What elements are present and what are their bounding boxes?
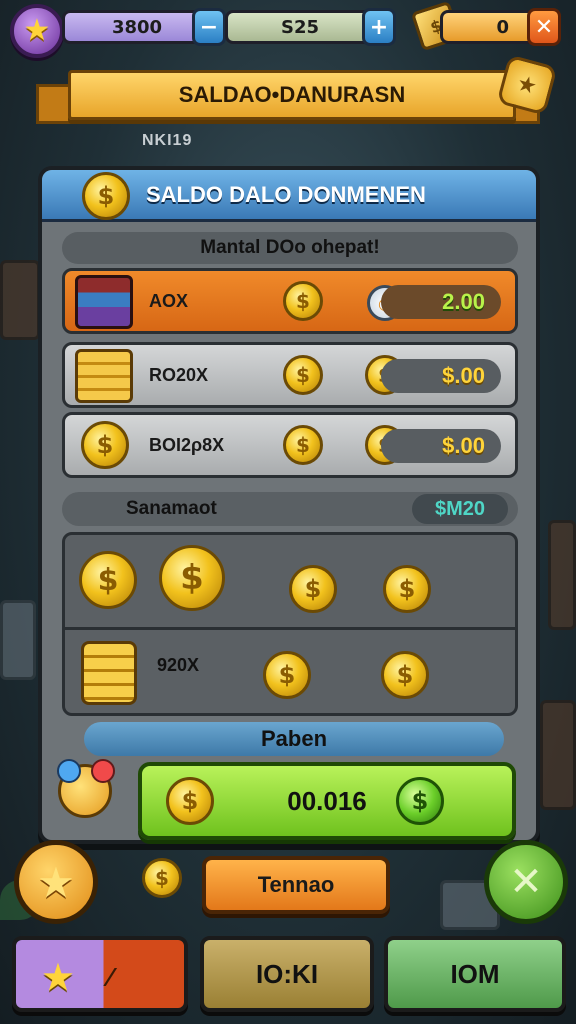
close-icon: ✕ bbox=[534, 14, 554, 40]
favorite-star-button[interactable]: ★ bbox=[14, 840, 98, 924]
coin-icon: $ bbox=[82, 172, 130, 220]
confirm-button[interactable]: Tennao bbox=[202, 856, 390, 914]
offer-value: $.00 bbox=[381, 359, 501, 393]
stack-label: 920X bbox=[157, 655, 200, 675]
subtitle-text: Mantal DOo ohepat! bbox=[200, 237, 380, 258]
purchase-total-button[interactable]: $ 00.016 $ bbox=[138, 762, 516, 840]
resource-counter-gems: 3800 bbox=[62, 10, 212, 44]
minus-button[interactable]: − bbox=[192, 8, 226, 46]
divider bbox=[65, 627, 515, 630]
banner-title: SALDAO•DANURASN bbox=[178, 82, 406, 107]
offer-value: $.00 bbox=[381, 429, 501, 463]
coin-reward-box: $ $ $ $ 920X $ $ bbox=[62, 532, 518, 716]
gold-crate-icon bbox=[75, 349, 133, 403]
coin-icon: $ bbox=[283, 281, 323, 321]
background-crate bbox=[540, 700, 576, 810]
bottom-right-button[interactable]: IOM bbox=[384, 936, 566, 1012]
minus-icon: − bbox=[199, 14, 219, 40]
background-crate bbox=[0, 260, 40, 340]
resource-counter-cash: S25 bbox=[225, 10, 375, 44]
coin-icon: $ bbox=[381, 651, 429, 699]
plus-button[interactable]: + bbox=[362, 8, 396, 46]
star-icon: ★ bbox=[23, 13, 51, 48]
confirm-label: Tennao bbox=[257, 872, 335, 897]
bottom-mid-button[interactable]: IO:KI bbox=[200, 936, 374, 1012]
total-value: 00.016 bbox=[287, 785, 367, 816]
offer-label: AOX bbox=[149, 291, 189, 311]
banner-sublabel: NKI19 bbox=[142, 132, 193, 149]
book-stack-icon bbox=[75, 275, 133, 329]
resource-value: 0 bbox=[496, 16, 509, 38]
panel-title: SALDO DALO DONMENEN bbox=[146, 182, 426, 207]
panel-subtitle: Mantal DOo ohepat! bbox=[62, 232, 518, 264]
paid-label-bar: Paben bbox=[84, 722, 504, 756]
bottom-right-label: IOM bbox=[450, 958, 500, 989]
summary-value: $M20 bbox=[412, 494, 508, 524]
coin-icon: $ bbox=[159, 545, 225, 611]
resource-counter-tickets: 0 bbox=[440, 10, 540, 44]
offer-value: 2.00 bbox=[381, 285, 501, 319]
star-icon: ★ bbox=[514, 70, 540, 100]
coin-icon: $ bbox=[283, 425, 323, 465]
star-icon: ★ bbox=[37, 857, 75, 907]
player-avatar[interactable]: ★ bbox=[10, 4, 64, 58]
coin-icon: $ bbox=[81, 421, 129, 469]
close-icon: ✕ bbox=[509, 859, 543, 905]
offer-label: BOI2ρ8X bbox=[149, 435, 225, 455]
title-banner: SALDAO•DANURASN bbox=[68, 70, 516, 120]
coin-icon: $ bbox=[263, 651, 311, 699]
offer-row[interactable]: $ BOI2ρ8X $ $ $.00 bbox=[62, 412, 518, 478]
bottom-key-button[interactable]: ★ ⁄ bbox=[12, 936, 188, 1012]
offer-label: RO20X bbox=[149, 365, 209, 385]
green-coin-icon: $ bbox=[396, 777, 444, 825]
close-top-button[interactable]: ✕ bbox=[527, 8, 561, 46]
close-round-button[interactable]: ✕ bbox=[484, 840, 568, 924]
coin-icon: $ bbox=[79, 551, 137, 609]
bottom-mid-label: IO:KI bbox=[255, 958, 319, 989]
resource-value: S25 bbox=[280, 16, 319, 38]
summary-label: Sanamaot bbox=[126, 498, 217, 519]
resource-value: 3800 bbox=[111, 16, 163, 38]
coin-icon: $ bbox=[166, 777, 214, 825]
offer-row[interactable]: RO20X $ $ $.00 bbox=[62, 342, 518, 408]
paid-label: Paben bbox=[260, 726, 328, 751]
offer-row[interactable]: AOX $ ◔ 2.00 bbox=[62, 268, 518, 334]
summary-bar: Sanamaot $M20 bbox=[62, 492, 518, 526]
coin-icon: $ bbox=[142, 858, 182, 898]
background-stone bbox=[0, 600, 36, 680]
sale-panel: $ SALDO DALO DONMENEN Mantal DOo ohepat!… bbox=[38, 166, 540, 844]
bottom-nav-bar: ★ ⁄ IO:KI IOM bbox=[0, 928, 576, 1024]
coin-icon: $ bbox=[283, 355, 323, 395]
potion-icon bbox=[57, 759, 115, 818]
top-resource-bar: ★ 3800 − S25 + $ 0 ✕ bbox=[0, 0, 576, 60]
background-crate bbox=[548, 520, 576, 630]
slash-icon: ⁄ bbox=[108, 962, 113, 992]
plus-icon: + bbox=[369, 14, 389, 40]
coin-stack-icon bbox=[81, 641, 137, 705]
coin-icon: $ bbox=[289, 565, 337, 613]
coin-icon: $ bbox=[383, 565, 431, 613]
key-star-icon: ★ bbox=[42, 959, 74, 997]
panel-header: $ SALDO DALO DONMENEN bbox=[42, 170, 536, 222]
